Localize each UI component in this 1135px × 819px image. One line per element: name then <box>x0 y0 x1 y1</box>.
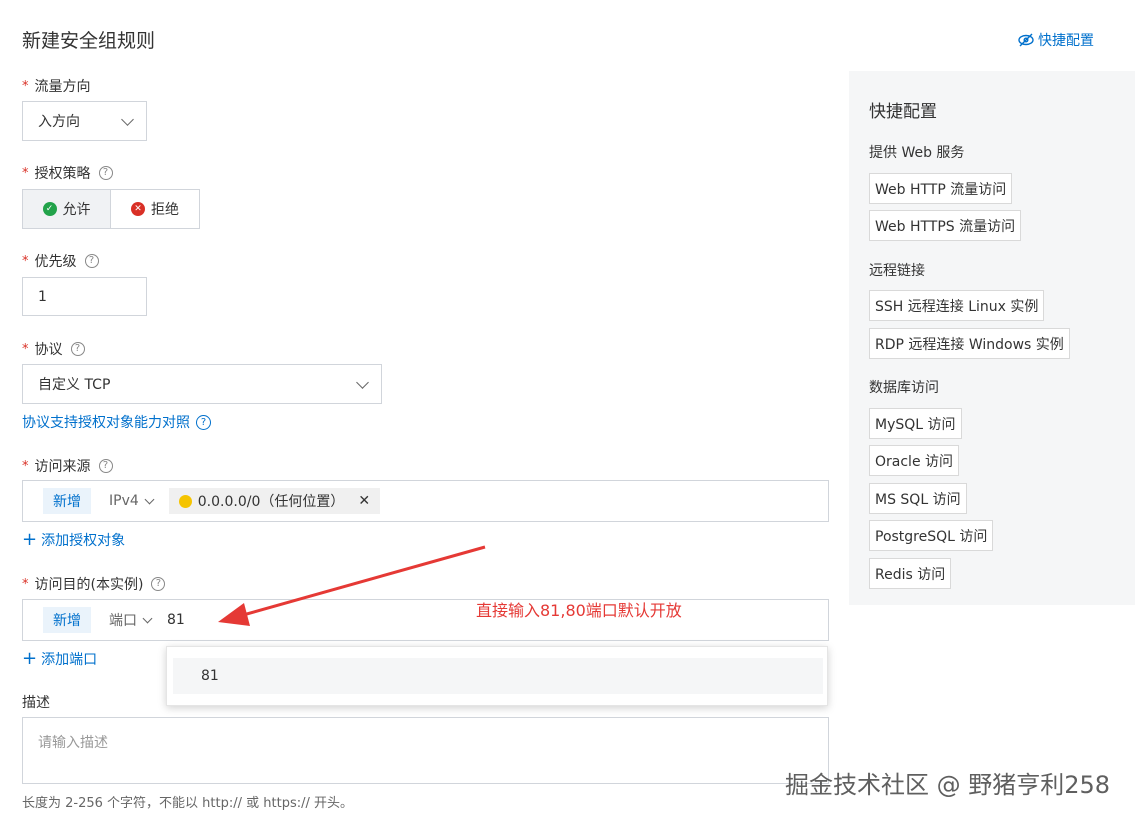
panel-title: 快捷配置 <box>869 102 937 122</box>
chevron-down-icon <box>142 613 153 624</box>
dest-type-value: 端口 <box>109 613 137 629</box>
dest-type-select[interactable]: 端口 <box>109 610 153 630</box>
allow-option[interactable]: ✓ 允许 <box>22 189 111 229</box>
port-typed-value: 81 <box>167 612 185 628</box>
destination-label: * 访问目的(本实例) ? <box>22 574 166 594</box>
quick-config-panel: 快捷配置 提供 Web 服务 Web HTTP 流量访问 Web HTTPS 流… <box>849 71 1135 605</box>
chevron-down-icon <box>121 112 134 126</box>
group-title: 提供 Web 服务 <box>869 145 965 161</box>
chevron-down-icon <box>356 375 369 389</box>
ip-type-select[interactable]: IPv4 <box>109 493 155 509</box>
protocol-label-text: 协议 <box>34 342 63 358</box>
required-mark: * <box>22 458 29 474</box>
group-title: 数据库访问 <box>869 380 939 396</box>
annotation-text: 直接输入81,80端口默认开放 <box>476 601 682 620</box>
protocol-value: 自定义 TCP <box>38 377 111 393</box>
page-title: 新建安全组规则 <box>22 30 156 52</box>
help-icon[interactable]: ? <box>84 254 99 268</box>
source-label: * 访问来源 ? <box>22 456 113 476</box>
required-mark: * <box>22 78 29 94</box>
policy-label: * 授权策略 ? <box>22 163 113 183</box>
source-new-tag: 新增 <box>43 488 91 514</box>
priority-input[interactable]: 1 <box>22 277 147 316</box>
help-icon: ? <box>196 414 211 430</box>
port-dropdown: 81 <box>166 646 828 706</box>
source-input[interactable]: 新增 IPv4 0.0.0.0/0（任何位置） ✕ <box>22 480 829 522</box>
dropdown-option[interactable]: 81 <box>173 658 823 694</box>
description-placeholder: 请输入描述 <box>38 735 108 751</box>
annotation-arrow <box>218 545 486 626</box>
plus-icon: + <box>22 648 38 669</box>
chevron-down-icon <box>144 494 155 505</box>
help-icon[interactable]: ? <box>98 166 113 180</box>
direction-label-text: 流量方向 <box>34 79 91 95</box>
direction-value: 入方向 <box>38 114 80 130</box>
quick-btn-oracle[interactable]: Oracle 访问 <box>869 445 960 476</box>
protocol-support-link-label: 协议支持授权对象能力对照 <box>22 415 190 431</box>
required-mark: * <box>22 165 29 181</box>
ip-type-value: IPv4 <box>109 493 139 509</box>
allow-label: 允许 <box>62 202 91 218</box>
description-label-text: 描述 <box>22 695 50 711</box>
protocol-support-link[interactable]: 协议支持授权对象能力对照 ? <box>22 412 211 432</box>
quick-btn-rdp[interactable]: RDP 远程连接 Windows 实例 <box>869 328 1070 359</box>
destination-new-tag: 新增 <box>43 607 91 633</box>
help-icon[interactable]: ? <box>151 577 166 591</box>
plus-icon: + <box>22 529 38 550</box>
priority-label: * 优先级 ? <box>22 251 99 271</box>
help-icon[interactable]: ? <box>70 342 85 356</box>
eye-slash-icon <box>1018 33 1034 47</box>
quick-btn-redis[interactable]: Redis 访问 <box>869 558 952 589</box>
quick-btn-mssql[interactable]: MS SQL 访问 <box>869 483 967 514</box>
source-chip: 0.0.0.0/0（任何位置） ✕ <box>168 488 381 514</box>
quick-config-link[interactable]: 快捷配置 <box>1018 30 1094 50</box>
group-title: 远程链接 <box>869 263 925 279</box>
add-port-label: 添加端口 <box>41 652 98 668</box>
help-icon[interactable]: ? <box>98 459 113 473</box>
close-circle-icon: ✕ <box>131 202 145 216</box>
quick-config-link-label: 快捷配置 <box>1038 33 1094 49</box>
source-label-text: 访问来源 <box>34 459 91 475</box>
deny-option[interactable]: ✕ 拒绝 <box>110 189 200 229</box>
policy-label-text: 授权策略 <box>34 166 91 182</box>
destination-label-text: 访问目的(本实例) <box>34 577 144 593</box>
check-circle-icon: ✓ <box>42 202 57 216</box>
source-chip-text: 0.0.0.0/0（任何位置） <box>197 494 345 510</box>
add-auth-object-label: 添加授权对象 <box>41 533 126 549</box>
required-mark: * <box>22 576 29 592</box>
deny-label: 拒绝 <box>151 202 179 218</box>
protocol-label: * 协议 ? <box>22 339 85 359</box>
quick-btn-postgresql[interactable]: PostgreSQL 访问 <box>869 520 994 551</box>
add-auth-object-link[interactable]: + 添加授权对象 <box>22 530 125 550</box>
priority-label-text: 优先级 <box>34 254 77 270</box>
watermark: 掘金技术社区 @ 野猪亨利258 <box>785 771 1111 799</box>
add-port-link[interactable]: + 添加端口 <box>22 649 97 669</box>
direction-select[interactable]: 入方向 <box>22 101 147 141</box>
warning-dot-icon <box>178 494 192 508</box>
priority-value: 1 <box>38 288 47 305</box>
description-hint: 长度为 2-256 个字符，不能以 http:// 或 https:// 开头。 <box>22 796 353 811</box>
quick-btn-mysql[interactable]: MySQL 访问 <box>869 408 962 439</box>
close-icon[interactable]: ✕ <box>358 493 370 509</box>
direction-label: * 流量方向 <box>22 76 91 96</box>
description-textarea[interactable]: 请输入描述 <box>22 717 829 784</box>
required-mark: * <box>22 253 29 269</box>
required-mark: * <box>22 341 29 357</box>
quick-btn-web-https[interactable]: Web HTTPS 流量访问 <box>869 210 1022 241</box>
quick-btn-ssh[interactable]: SSH 远程连接 Linux 实例 <box>869 290 1045 321</box>
quick-btn-web-http[interactable]: Web HTTP 流量访问 <box>869 173 1013 204</box>
description-label: 描述 <box>22 692 50 712</box>
protocol-select[interactable]: 自定义 TCP <box>22 364 382 404</box>
